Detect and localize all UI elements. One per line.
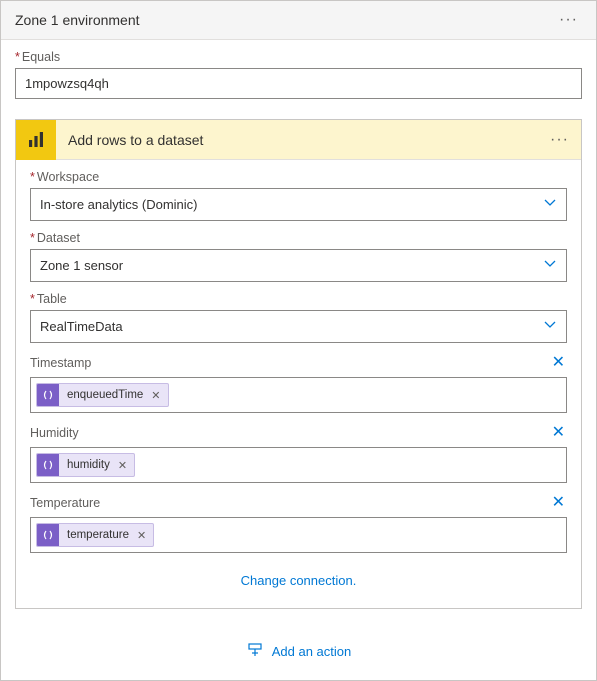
chevron-down-icon (543, 257, 557, 274)
dataset-select[interactable]: Zone 1 sensor (30, 249, 567, 282)
chevron-down-icon (543, 318, 557, 335)
panel-more-icon[interactable]: ··· (555, 11, 582, 29)
expression-icon (37, 454, 59, 476)
expression-icon (37, 384, 59, 406)
humidity-token: humidity ✕ (36, 453, 135, 477)
action-more-icon[interactable]: ··· (538, 131, 581, 149)
panel-header: Zone 1 environment ··· (1, 1, 596, 40)
action-body: *Workspace In-store analytics (Dominic) … (16, 160, 581, 608)
table-label: *Table (30, 292, 567, 306)
table-value: RealTimeData (40, 319, 123, 334)
timestamp-token: enqueuedTime ✕ (36, 383, 169, 407)
action-title: Add rows to a dataset (56, 132, 538, 148)
add-action-button[interactable]: Add an action (1, 619, 596, 680)
temperature-remove-icon[interactable]: ✕ (550, 493, 567, 513)
table-select[interactable]: RealTimeData (30, 310, 567, 343)
dataset-label: *Dataset (30, 231, 567, 245)
temperature-label: Temperature (30, 496, 100, 510)
expression-icon (37, 524, 59, 546)
add-action-icon (246, 641, 264, 662)
change-connection-row: Change connection. (30, 563, 567, 602)
action-card: Add rows to a dataset ··· *Workspace In-… (15, 119, 582, 609)
temperature-token: temperature ✕ (36, 523, 154, 547)
powerbi-icon (16, 120, 56, 160)
dataset-value: Zone 1 sensor (40, 258, 123, 273)
timestamp-input[interactable]: enqueuedTime ✕ (30, 377, 567, 413)
equals-input[interactable] (15, 68, 582, 99)
panel-title: Zone 1 environment (15, 12, 140, 28)
token-remove-icon[interactable]: ✕ (151, 389, 167, 402)
token-text: temperature (59, 529, 137, 541)
token-remove-icon[interactable]: ✕ (137, 529, 153, 542)
change-connection-link[interactable]: Change connection. (241, 573, 357, 588)
chevron-down-icon (543, 196, 557, 213)
panel-body: *Equals (1, 40, 596, 113)
token-text: enqueuedTime (59, 389, 151, 401)
timestamp-label: Timestamp (30, 356, 91, 370)
workspace-select[interactable]: In-store analytics (Dominic) (30, 188, 567, 221)
workspace-value: In-store analytics (Dominic) (40, 197, 198, 212)
humidity-label: Humidity (30, 426, 79, 440)
humidity-remove-icon[interactable]: ✕ (550, 423, 567, 443)
equals-label: *Equals (15, 50, 582, 64)
humidity-input[interactable]: humidity ✕ (30, 447, 567, 483)
zone-panel: Zone 1 environment ··· *Equals Add rows … (0, 0, 597, 681)
token-remove-icon[interactable]: ✕ (118, 459, 134, 472)
token-text: humidity (59, 459, 118, 471)
add-action-label: Add an action (272, 644, 352, 659)
temperature-input[interactable]: temperature ✕ (30, 517, 567, 553)
timestamp-remove-icon[interactable]: ✕ (550, 353, 567, 373)
action-header[interactable]: Add rows to a dataset ··· (16, 120, 581, 160)
workspace-label: *Workspace (30, 170, 567, 184)
